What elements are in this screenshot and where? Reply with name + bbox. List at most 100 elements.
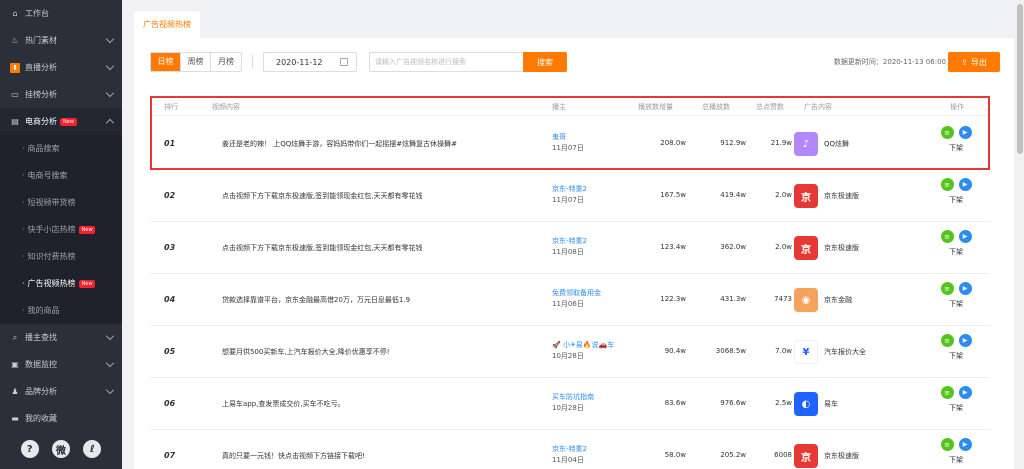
sidebar-sub-kuaishou-rank[interactable]: · 快手小店热榜 New (0, 216, 122, 243)
sidebar-item-brand-analysis[interactable]: ♟ 品牌分析 (0, 378, 122, 405)
anchor-date: 10月28日 (552, 404, 584, 412)
video-content[interactable]: 点击视频下方下载京东极速版,签到能领现金红包,天天都有零花钱 (222, 191, 542, 201)
period-daily-button[interactable]: 日榜 (151, 53, 181, 71)
detail-icon[interactable]: ≡ (940, 126, 954, 139)
sidebar-item-ecommerce[interactable]: ▤ 电商分析 New (0, 108, 122, 135)
detail-icon[interactable]: ≡ (940, 282, 954, 295)
table-row[interactable]: 01 姜还是老的辣！ 上QQ炫舞手游，容妈妈带你们一起摇摆#炫舞复古休操舞# 鬼… (150, 118, 990, 170)
play-icon[interactable]: ▶ (958, 126, 972, 139)
ops-icons: ≡ ▶ (934, 178, 978, 191)
detail-icon[interactable]: ≡ (940, 438, 954, 451)
table-row[interactable]: 07 真的只要一元钱！快点击视频下方链接下载吧! 京东-特重2 11月04日 5… (150, 430, 990, 469)
sidebar-sub-my-products[interactable]: · 我的商品 (0, 297, 122, 324)
sidebar-item-label: 数据监控 (25, 360, 57, 369)
table-row[interactable]: 04 贷款选择靠谱平台，京东金融最高借20万，万元日息最低1.9 免费领取备用金… (150, 274, 990, 326)
offshelf-label: 下架 (949, 456, 963, 464)
period-monthly-button[interactable]: 月榜 (211, 53, 241, 71)
period-switch: 日榜 周榜 月榜 (150, 52, 242, 72)
play-icon[interactable]: ▶ (958, 230, 972, 243)
anchor-link[interactable]: 京东-特重2 (552, 444, 622, 455)
sidebar-item-live-analysis[interactable]: ▮ 直播分析 (0, 54, 122, 81)
offshelf-label: 下架 (949, 404, 963, 412)
ops-icons: ≡ ▶ (934, 386, 978, 399)
ops-cell: ≡ ▶ 下架 (934, 386, 978, 413)
anchor-link[interactable]: 京东-特重2 (552, 236, 622, 247)
help-icon[interactable]: ? (20, 440, 39, 458)
detail-icon[interactable]: ≡ (940, 334, 954, 347)
sidebar-item-data-monitor[interactable]: ▣ 数据监控 (0, 351, 122, 378)
sidebar-sub-ad-video-rank[interactable]: · 广告视频热榜 New (0, 270, 122, 297)
detail-icon[interactable]: ≡ (940, 230, 954, 243)
play-icon[interactable]: ▶ (958, 438, 972, 451)
anchor-link[interactable]: 买车防坑指南 (552, 392, 622, 403)
header-content: 视频内容 (212, 103, 240, 111)
detail-icon[interactable]: ≡ (940, 178, 954, 191)
search-input[interactable]: 请输入广告视频名称进行搜索 (369, 52, 523, 72)
rank-number: 02 (164, 191, 176, 200)
filter-bar: 日榜 周榜 月榜 2020-11-12 请输入广告视频名称进行搜索 搜索 (150, 52, 567, 72)
header-ad: 广告内容 (804, 103, 832, 111)
date-picker[interactable]: 2020-11-12 (263, 52, 357, 72)
sidebar-sub-product-search[interactable]: · 商品搜索 (0, 135, 122, 162)
chevron-up-icon (105, 118, 115, 128)
video-content[interactable]: 上易车app,查发票成交价,买车不吃亏。 (222, 399, 542, 409)
video-content[interactable]: 想要月供500买新车,上汽车报价大全,降价优惠享不停! (222, 347, 542, 357)
header-rank: 排行 (164, 103, 178, 111)
chevron-down-icon (105, 331, 115, 341)
play-icon[interactable]: ▶ (958, 386, 972, 399)
anchor-link[interactable]: 京东-特重2 (552, 184, 622, 195)
anchor-link[interactable]: 🚀 小✈易🔥说🚗车 (552, 340, 622, 351)
offshelf-label: 下架 (949, 248, 963, 256)
ad-name: 京东极速版 (824, 452, 859, 460)
sub-item-label: 知识付费热榜 (27, 252, 76, 261)
wechat-icon[interactable]: 微 (51, 440, 70, 458)
tab-ad-video-rank[interactable]: 广告视频热榜 (134, 10, 200, 38)
scrollbar[interactable] (1016, 0, 1024, 469)
anchor-link[interactable]: 免费领取备用金 (552, 288, 622, 299)
sidebar-item-anchor-search[interactable]: ⌕ 播主查找 (0, 324, 122, 351)
bullet-icon: · (22, 225, 25, 234)
search-button[interactable]: 搜索 (523, 52, 567, 72)
sidebar-sub-knowledge-rank[interactable]: · 知识付费热榜 (0, 243, 122, 270)
video-content[interactable]: 姜还是老的辣！ 上QQ炫舞手游，容妈妈带你们一起摇摆#炫舞复古休操舞# (222, 139, 542, 149)
period-weekly-button[interactable]: 周榜 (181, 53, 211, 71)
rank-number: 04 (164, 295, 176, 304)
play-icon[interactable]: ▶ (958, 282, 972, 295)
scrollbar-thumb[interactable] (1017, 4, 1023, 154)
chevron-down-icon (105, 385, 115, 395)
export-button[interactable]: ⇪ 导出 (948, 52, 1000, 72)
sidebar-item-my-collection[interactable]: ▬ 我的收藏 (0, 405, 122, 432)
play-icon[interactable]: ▶ (958, 178, 972, 191)
video-content[interactable]: 真的只要一元钱！快点击视频下方链接下载吧! (222, 451, 542, 461)
play-icon[interactable]: ▶ (958, 334, 972, 347)
anchor-date: 11月08日 (552, 248, 584, 256)
offshelf-label: 下架 (949, 300, 963, 308)
anchor-cell: 京东-特重2 11月08日 (552, 236, 622, 258)
ad-name: QQ炫舞 (824, 140, 850, 148)
total-likes: 7.0w (775, 347, 792, 355)
date-value: 2020-11-12 (276, 57, 323, 67)
ad-name: 京东金融 (824, 296, 852, 304)
table-row[interactable]: 02 点击视频下方下载京东极速版,签到能领现金红包,天天都有零花钱 京东-特重2… (150, 170, 990, 222)
bullet-icon: · (22, 198, 25, 207)
video-content[interactable]: 贷款选择靠谱平台，京东金融最高借20万，万元日息最低1.9 (222, 295, 542, 305)
detail-icon[interactable]: ≡ (940, 386, 954, 399)
bullet-icon: · (22, 279, 25, 288)
video-content[interactable]: 点击视频下方下载京东极速版,签到能领现金红包,天天都有零花钱 (222, 243, 542, 253)
sidebar-item-hot-material[interactable]: ♨ 热门素材 (0, 27, 122, 54)
sidebar-sub-shop-search[interactable]: · 电商号搜索 (0, 162, 122, 189)
table-row[interactable]: 03 点击视频下方下载京东极速版,签到能领现金红包,天天都有零花钱 京东-特重2… (150, 222, 990, 274)
total-likes: 2.0w (775, 243, 792, 251)
table-row[interactable]: 05 想要月供500买新车,上汽车报价大全,降价优惠享不停! 🚀 小✈易🔥说🚗车… (150, 326, 990, 378)
sidebar-footer: ? 微 ℓ (0, 429, 122, 469)
ops-icons: ≡ ▶ (934, 334, 978, 347)
sidebar-item-workbench[interactable]: ⌂ 工作台 (0, 0, 122, 27)
sidebar-sub-short-video-rank[interactable]: · 短视频带货榜 (0, 189, 122, 216)
ops-icons: ≡ ▶ (934, 438, 978, 451)
link-icon[interactable]: ℓ (83, 440, 102, 458)
anchor-link[interactable]: 鬼哥 (552, 132, 622, 143)
table-row[interactable]: 06 上易车app,查发票成交价,买车不吃亏。 买车防坑指南 10月28日 83… (150, 378, 990, 430)
calendar-icon (340, 58, 348, 66)
chevron-down-icon (105, 34, 115, 44)
sidebar-item-rank-analysis[interactable]: ▭ 挂榜分析 (0, 81, 122, 108)
